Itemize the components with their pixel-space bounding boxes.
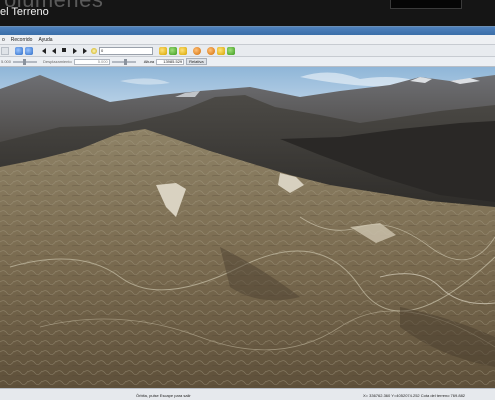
- offset-field-value: 5.000: [97, 59, 108, 64]
- speed-slider[interactable]: [13, 58, 38, 65]
- fly-icon[interactable]: [159, 46, 167, 55]
- sun-icon[interactable]: [217, 46, 225, 55]
- play-icon[interactable]: [71, 47, 79, 55]
- height-field-value: 13985.529: [163, 59, 183, 64]
- menu-bar: o Recorrido Ayuda: [0, 35, 495, 45]
- page-banner: olúmenes el Terreno: [0, 0, 495, 26]
- globe-icon[interactable]: [193, 46, 201, 55]
- tool-separator: [189, 47, 191, 55]
- offset-field[interactable]: 5.000: [73, 58, 110, 65]
- menu-item-recorrido[interactable]: Recorrido: [11, 37, 33, 43]
- offset-label: Desplazamiento: [43, 59, 72, 64]
- terrain-3d-viewport[interactable]: [0, 67, 495, 388]
- status-message: Órbita, pulse Escape para salir: [136, 393, 191, 398]
- speed-slider-knob[interactable]: [23, 58, 27, 65]
- view-select[interactable]: 0: [99, 46, 153, 55]
- page-title: el Terreno: [0, 6, 49, 18]
- sphere-icon[interactable]: [207, 46, 215, 55]
- path-icon[interactable]: [25, 46, 33, 55]
- skip-back-icon[interactable]: [41, 47, 49, 55]
- menu-item-file[interactable]: o: [2, 37, 5, 43]
- banner-dark-box: [390, 0, 462, 9]
- tool-separator: [203, 47, 205, 55]
- offset-slider[interactable]: [111, 58, 136, 65]
- tool-separator: [11, 47, 13, 55]
- view-select-value: 0: [101, 48, 104, 53]
- step-back-icon[interactable]: [51, 47, 59, 55]
- offset-slider-knob[interactable]: [123, 58, 127, 65]
- skip-forward-icon[interactable]: [81, 47, 89, 55]
- menu-item-ayuda[interactable]: Ayuda: [38, 37, 52, 43]
- relative-toggle-button[interactable]: Relativa: [186, 58, 207, 65]
- bulb-icon[interactable]: [91, 47, 97, 54]
- parameters-bar: 5.000 Desplazamiento 5.000 Altura 13985.…: [0, 57, 495, 67]
- relative-toggle-label: Relativa: [189, 59, 204, 64]
- window-title-bar[interactable]: [0, 27, 495, 35]
- coordinates-readout: X= 336762.360 Y=4052074.252 Cota del ter…: [363, 393, 466, 398]
- walk-icon[interactable]: [169, 46, 177, 55]
- save-icon[interactable]: [1, 46, 9, 55]
- stop-icon[interactable]: [61, 47, 69, 55]
- status-bar: Órbita, pulse Escape para salir X= 33676…: [0, 388, 495, 400]
- terrain-render[interactable]: [0, 67, 495, 388]
- height-field[interactable]: 13985.529: [156, 58, 185, 65]
- route-icon[interactable]: [179, 46, 187, 55]
- tool-separator: [35, 47, 39, 55]
- height-label: Altura: [143, 59, 155, 64]
- terrain-icon[interactable]: [227, 46, 235, 55]
- pencil-icon[interactable]: [15, 46, 23, 55]
- toolbar: 0: [0, 45, 495, 57]
- param-value-label: 5.000: [1, 59, 12, 64]
